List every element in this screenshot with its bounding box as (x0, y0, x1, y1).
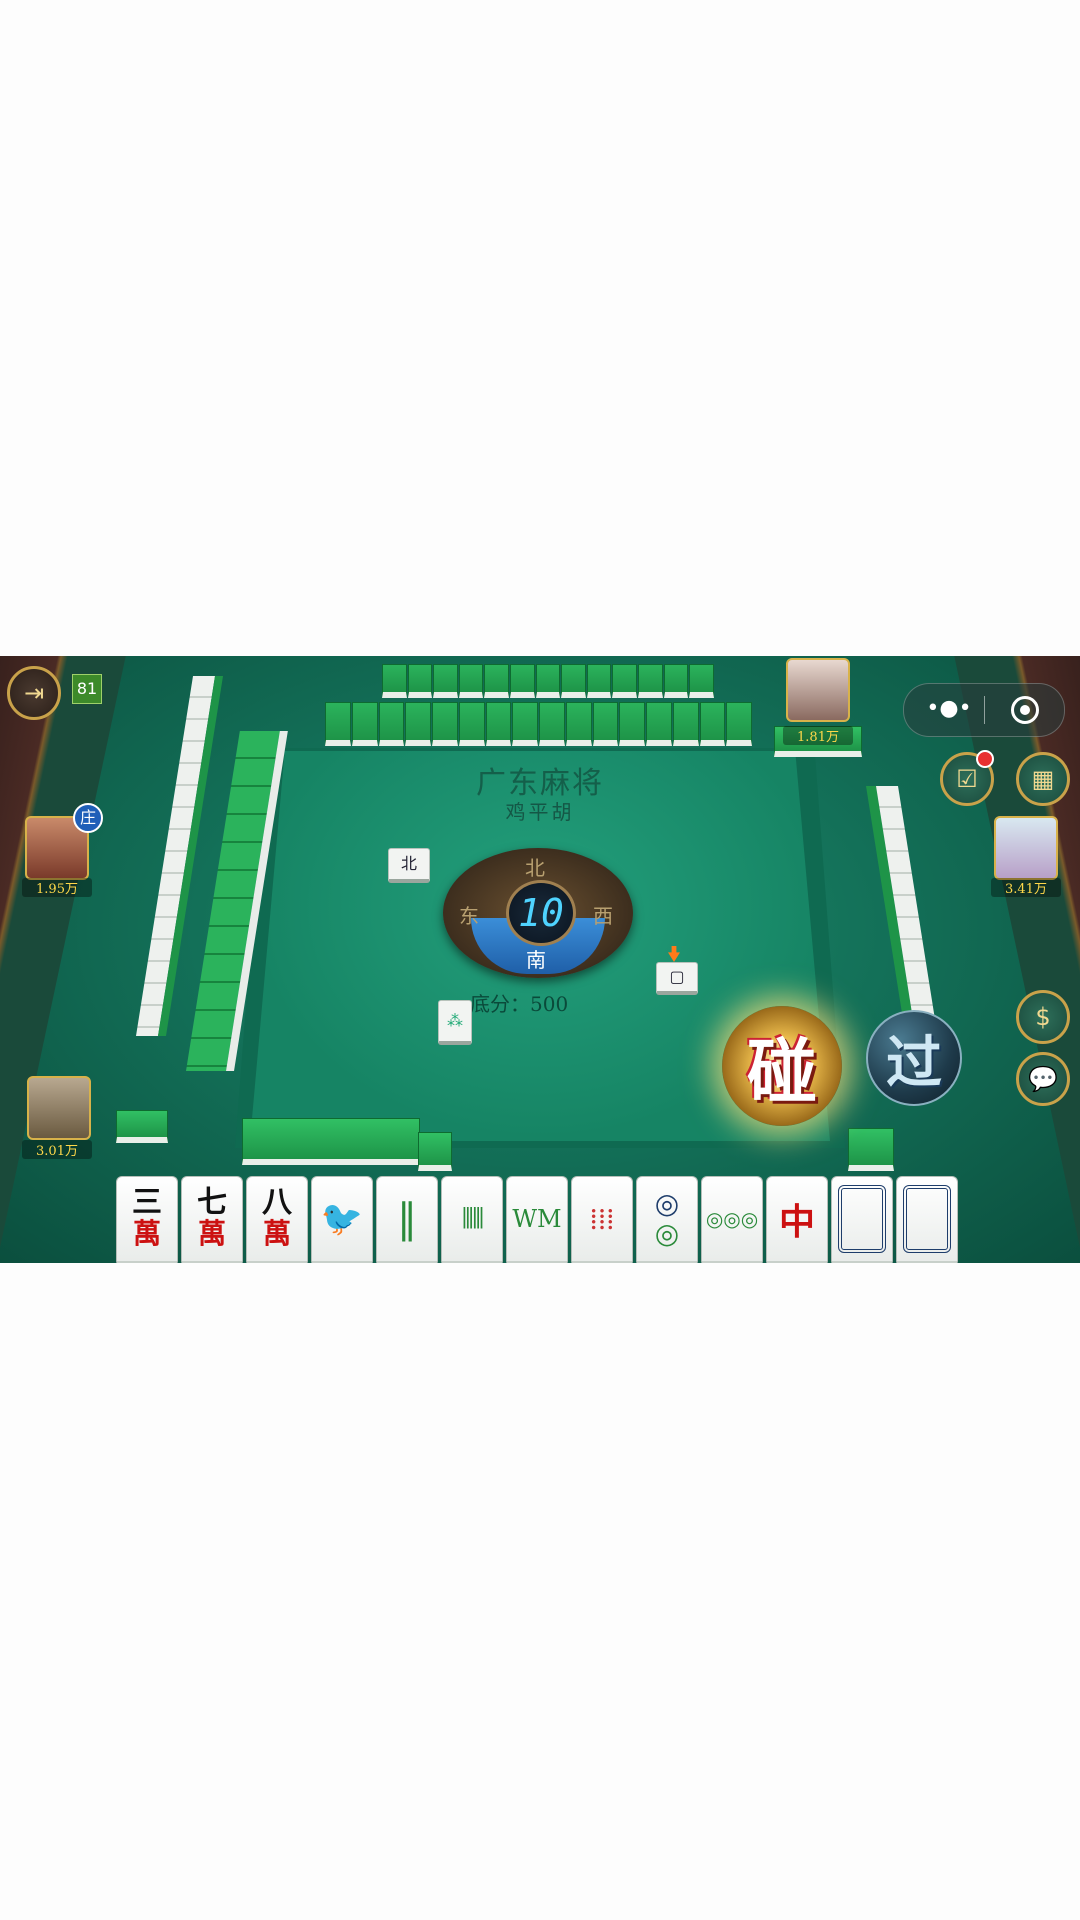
discard-tile-dots: ⁂ (438, 1000, 472, 1045)
shop-button[interactable]: $ (1016, 990, 1070, 1044)
dealer-badge: 庄 (73, 803, 103, 833)
hand-tile[interactable] (831, 1176, 893, 1263)
player-top-score: 1.81万 (783, 726, 853, 745)
dollar-icon: $ (1035, 1003, 1051, 1031)
wall-top-front (325, 702, 753, 746)
peng-button[interactable]: 碰 (722, 1006, 842, 1126)
base-score: 底分：500 (470, 992, 569, 1016)
pass-button[interactable]: 过 (866, 1010, 962, 1106)
chat-button[interactable]: 💬 (1016, 1052, 1070, 1106)
table-rail-left (0, 656, 130, 1263)
turn-compass: 北 东 西 南 10 (443, 848, 633, 978)
player-self-avatar[interactable] (27, 1076, 91, 1140)
player-left-score: 1.95万 (22, 878, 92, 897)
hand-tile[interactable]: ⦀⦀ (441, 1176, 503, 1263)
meld-right (848, 1128, 894, 1171)
game-table: 广东麻将 鸡平胡 北 东 西 南 10 底分：500 北 ⁂ ▢ ⇥ 81 •●… (0, 656, 1080, 1263)
calendar-check-icon: ☑ (956, 765, 978, 793)
hand-tile[interactable]: 中 (766, 1176, 828, 1263)
hand-tile[interactable]: ⁞⁞⁞ (571, 1176, 633, 1263)
player-self-score: 3.01万 (22, 1140, 92, 1159)
compass-north: 北 (525, 856, 545, 880)
discard-tile-north: 北 (388, 848, 430, 883)
hand-tile[interactable] (896, 1176, 958, 1263)
player-top-avatar[interactable] (786, 658, 850, 722)
meld-self-extra (418, 1132, 452, 1171)
hand-tile[interactable]: 七萬 (181, 1176, 243, 1263)
hand-tile[interactable]: 八萬 (246, 1176, 308, 1263)
compass-east: 东 (459, 904, 479, 928)
menu-button[interactable]: ▦ (1016, 752, 1070, 806)
exit-icon: ⇥ (23, 679, 45, 707)
level-badge: 81 (72, 674, 102, 704)
compass-south: 南 (526, 948, 546, 972)
player-right-avatar[interactable] (994, 816, 1058, 880)
hand-tile[interactable]: ‖ (376, 1176, 438, 1263)
hand-tile[interactable]: WM (506, 1176, 568, 1263)
discard-tile-last: ▢ (656, 962, 698, 995)
turn-timer: 10 (506, 880, 576, 946)
table-rail-right (950, 656, 1080, 1263)
meld-self (242, 1118, 420, 1165)
compass-west: 西 (593, 904, 613, 928)
close-miniprogram-icon[interactable] (1011, 696, 1039, 724)
player-right-score: 3.41万 (991, 878, 1061, 897)
white-dragon-icon (838, 1185, 886, 1253)
wall-top-back (382, 664, 715, 698)
grid-icon: ▦ (1031, 765, 1055, 793)
miniprogram-capsule: •●• (903, 683, 1065, 737)
more-button[interactable]: •●• (924, 694, 974, 724)
notification-dot (976, 750, 994, 768)
player-hand: 三萬 七萬 八萬 🐦 ‖ ⦀⦀ WM ⁞⁞⁞ ◎ ◎ ◎◎◎ 中 (116, 1176, 961, 1263)
hand-tile[interactable]: ◎◎◎ (701, 1176, 763, 1263)
meld-left (116, 1110, 168, 1143)
chat-icon: 💬 (1028, 1065, 1058, 1093)
white-dragon-icon (903, 1185, 951, 1253)
wall-left-inner (186, 731, 288, 1161)
hand-tile[interactable]: 三萬 (116, 1176, 178, 1263)
hand-tile[interactable]: 🐦 (311, 1176, 373, 1263)
table-mode: 鸡平胡 (505, 800, 575, 824)
hand-tile[interactable]: ◎ ◎ (636, 1176, 698, 1263)
exit-button[interactable]: ⇥ (7, 666, 61, 720)
